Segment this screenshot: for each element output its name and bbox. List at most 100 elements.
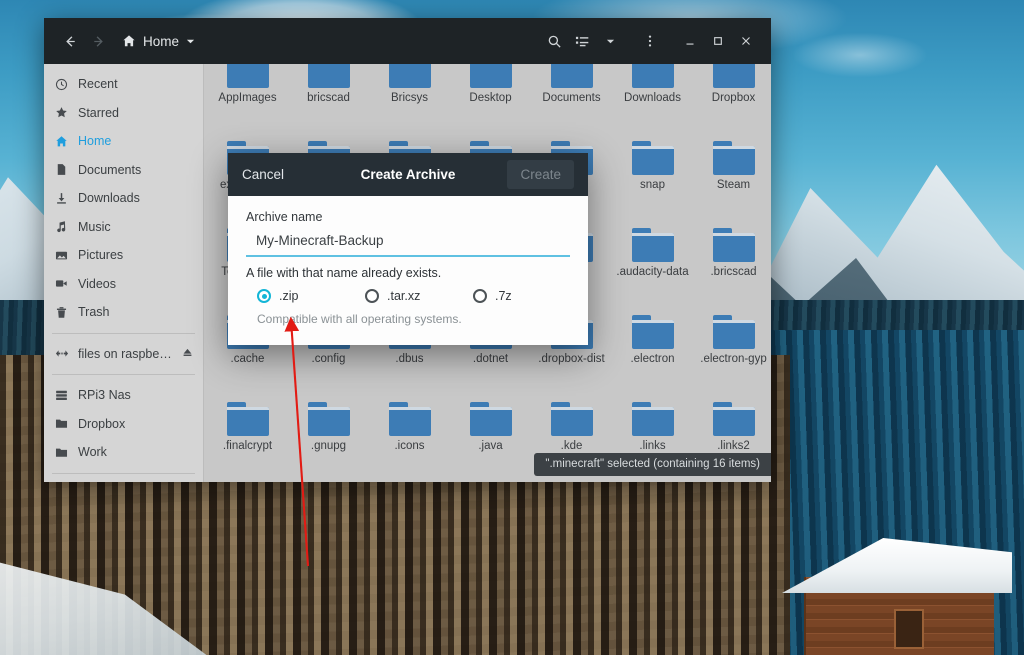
format-option-7z[interactable]: .7z xyxy=(473,289,512,303)
music-note-icon xyxy=(54,220,69,233)
archive-name-label: Archive name xyxy=(246,210,323,224)
file-item[interactable]: bricscad xyxy=(288,64,369,135)
view-dropdown-button[interactable] xyxy=(597,27,623,55)
sidebar-item-videos[interactable]: Videos xyxy=(44,270,203,299)
main-menu-button[interactable] xyxy=(637,27,663,55)
sidebar-item-music[interactable]: Music xyxy=(44,213,203,242)
sidebar-item-label: Pictures xyxy=(78,248,124,263)
maximize-button[interactable] xyxy=(705,27,731,55)
folder-icon xyxy=(712,315,755,349)
file-name-label: .dotnet xyxy=(472,353,509,365)
sidebar-item-recent[interactable]: Recent xyxy=(44,70,203,99)
eject-icon[interactable] xyxy=(182,347,193,361)
sidebar-item-label: Recent xyxy=(78,77,118,92)
sidebar-item-home[interactable]: Home xyxy=(44,127,203,156)
format-option-tarxz[interactable]: .tar.xz xyxy=(365,289,473,303)
file-item[interactable]: .gnupg xyxy=(288,396,369,482)
file-item[interactable]: Documents xyxy=(531,64,612,135)
back-button[interactable] xyxy=(56,27,84,55)
format-option-label: .7z xyxy=(495,289,512,303)
file-name-label: AppImages xyxy=(218,92,277,104)
file-item[interactable]: Downloads xyxy=(612,64,693,135)
format-option-label: .zip xyxy=(279,289,299,303)
sidebar-item-label: Dropbox xyxy=(78,416,126,431)
file-name-label: Steam xyxy=(716,179,751,191)
folder-icon xyxy=(388,64,431,88)
sidebar-item-label: Downloads xyxy=(78,191,140,206)
search-button[interactable] xyxy=(541,27,567,55)
file-item[interactable]: .electron xyxy=(612,309,693,396)
file-item[interactable]: Bricsys xyxy=(369,64,450,135)
arrow-right-icon xyxy=(93,35,103,47)
sidebar-item-network-share[interactable]: files on raspbe… xyxy=(44,340,203,369)
file-item[interactable]: AppImages xyxy=(207,64,288,135)
sidebar-item-documents[interactable]: Documents xyxy=(44,156,203,185)
file-item[interactable]: Dropbox xyxy=(693,64,771,135)
radio-button-zip[interactable] xyxy=(257,289,271,303)
chevron-down-icon xyxy=(186,39,195,43)
file-item[interactable]: .finalcrypt xyxy=(207,396,288,482)
cancel-button[interactable]: Cancel xyxy=(242,167,284,182)
sidebar-item-pictures[interactable]: Pictures xyxy=(44,241,203,270)
forward-button[interactable] xyxy=(84,27,112,55)
star-icon xyxy=(54,106,69,119)
dialog-header: Cancel Create Archive Create xyxy=(228,153,588,196)
radio-button-tarxz[interactable] xyxy=(365,289,379,303)
file-name-label: .icons xyxy=(394,440,425,452)
view-list-icon xyxy=(575,36,588,46)
cabin-window xyxy=(894,609,924,649)
folder-icon xyxy=(631,315,674,349)
sidebar-item-other-locations[interactable]: Other Locations xyxy=(44,480,203,483)
path-bar[interactable]: Home xyxy=(122,34,195,49)
folder-icon xyxy=(550,64,593,88)
sidebar-item-dropbox[interactable]: Dropbox xyxy=(44,410,203,439)
sidebar-item-label: Music xyxy=(78,219,111,234)
window-header-bar: Home xyxy=(44,18,771,64)
sidebar-item-rpi3-nas[interactable]: RPi3 Nas xyxy=(44,381,203,410)
sidebar-item-label: Work xyxy=(78,445,107,460)
dialog-body: Archive name My-Minecraft-Backup A file … xyxy=(228,196,588,345)
file-exists-message: A file with that name already exists. xyxy=(246,266,442,280)
folder-icon xyxy=(550,402,593,436)
folder-icon xyxy=(469,64,512,88)
close-button[interactable] xyxy=(733,27,759,55)
archive-name-input[interactable]: My-Minecraft-Backup xyxy=(246,231,570,257)
file-item[interactable]: .java xyxy=(450,396,531,482)
sidebar-item-work[interactable]: Work xyxy=(44,438,203,467)
sidebar-item-label: Documents xyxy=(78,162,142,177)
folder-icon xyxy=(712,141,755,175)
desktop: Home Recent Starred Home Documents Downl… xyxy=(0,0,1024,655)
file-item[interactable]: Desktop xyxy=(450,64,531,135)
file-name-label: bricscad xyxy=(307,92,350,104)
sidebar-divider-3 xyxy=(52,472,195,474)
format-option-label: .tar.xz xyxy=(387,289,421,303)
folder-icon xyxy=(631,402,674,436)
minimize-button[interactable] xyxy=(677,27,703,55)
view-options-button[interactable] xyxy=(569,27,595,55)
chevron-down-icon xyxy=(606,39,614,43)
folder-icon xyxy=(226,402,269,436)
file-item[interactable]: snap xyxy=(612,135,693,222)
file-name-label: .bricscad xyxy=(710,266,757,278)
file-item[interactable]: .audacity-data xyxy=(612,222,693,309)
folder-icon xyxy=(469,402,512,436)
create-button[interactable]: Create xyxy=(507,160,574,189)
file-item[interactable]: .electron-gyp xyxy=(693,309,771,396)
format-option-zip[interactable]: .zip xyxy=(257,289,365,303)
sidebar-item-trash[interactable]: Trash xyxy=(44,298,203,327)
folder-icon xyxy=(54,446,69,459)
sidebar-item-downloads[interactable]: Downloads xyxy=(44,184,203,213)
file-item[interactable]: .icons xyxy=(369,396,450,482)
file-name-label: Desktop xyxy=(469,92,512,104)
menu-kebab-icon xyxy=(648,35,652,47)
folder-icon xyxy=(631,64,674,88)
file-item[interactable]: .bricscad xyxy=(693,222,771,309)
path-label: Home xyxy=(143,33,180,49)
image-icon xyxy=(54,249,69,262)
file-name-label: .dropbox-dist xyxy=(538,353,605,365)
sidebar-item-starred[interactable]: Starred xyxy=(44,99,203,128)
file-name-label: .audacity-data xyxy=(616,266,689,278)
file-item[interactable]: Steam xyxy=(693,135,771,222)
radio-button-7z[interactable] xyxy=(473,289,487,303)
file-name-label: .java xyxy=(478,440,503,452)
